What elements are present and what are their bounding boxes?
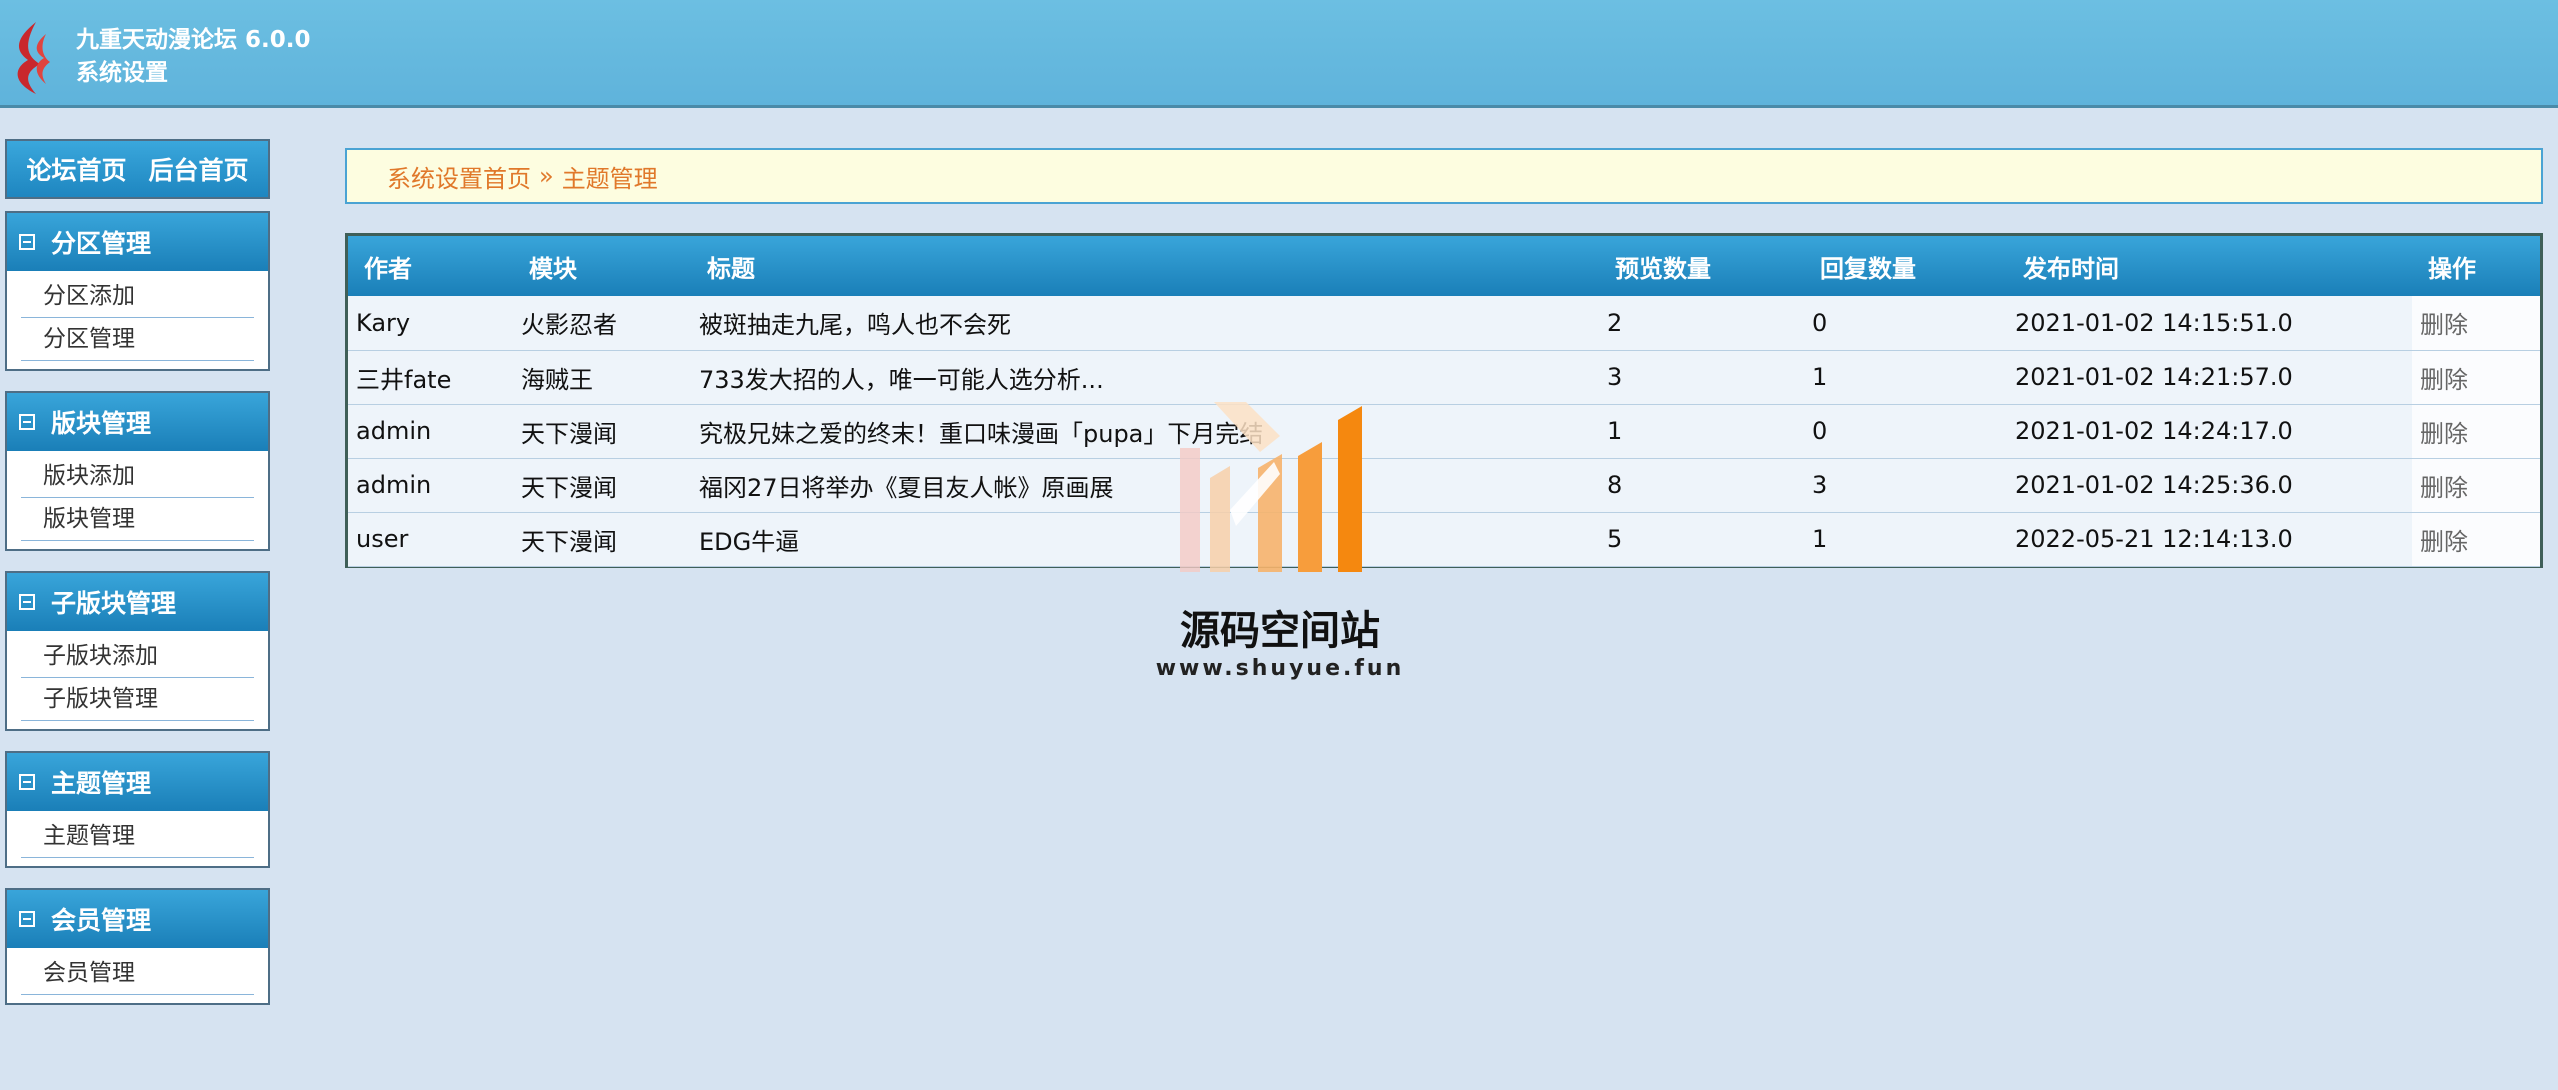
cell-views: 3	[1599, 350, 1804, 405]
cell-views: 1	[1599, 404, 1804, 459]
table-row: 三井fate 海贼王 733发大招的人，唯一可能人选分析... 3 1 2021…	[348, 350, 2540, 405]
page-subtitle: 系统设置	[76, 60, 168, 86]
table-row: admin 天下漫闻 福冈27日将举办《夏目友人帐》原画展 8 3 2021-0…	[348, 458, 2540, 513]
collapse-icon[interactable]	[19, 774, 35, 790]
column-header-replies: 回复数量	[1820, 254, 1916, 283]
panel-title: 主题管理	[51, 769, 152, 798]
delete-link[interactable]: 删除	[2420, 474, 2468, 502]
sidebar-item-subboard-add[interactable]: 子版块添加	[21, 635, 254, 678]
cell-action: 删除	[2412, 512, 2540, 567]
cell-module: 天下漫闻	[513, 458, 691, 513]
table-row: user 天下漫闻 EDG牛逼 5 1 2022-05-21 12:14:13.…	[348, 512, 2540, 567]
cell-module: 天下漫闻	[513, 404, 691, 459]
top-header: 九重天动漫论坛 6.0.0 系统设置	[0, 0, 2558, 108]
cell-published: 2021-01-02 14:21:57.0	[2007, 350, 2412, 405]
watermark-url: www.shuyue.fun	[1155, 656, 1405, 681]
column-header-author: 作者	[364, 254, 412, 283]
watermark-name: 源码空间站	[1180, 608, 1380, 654]
sidebar-panel-topic: 主题管理 主题管理	[5, 751, 270, 868]
panel-header-topic[interactable]: 主题管理	[7, 753, 268, 811]
cell-action: 删除	[2412, 458, 2540, 513]
cell-published: 2022-05-21 12:14:13.0	[2007, 512, 2412, 567]
delete-link[interactable]: 删除	[2420, 528, 2468, 556]
cell-published: 2021-01-02 14:24:17.0	[2007, 404, 2412, 459]
panel-title: 分区管理	[51, 229, 152, 258]
sidebar-item-subboard-manage[interactable]: 子版块管理	[21, 678, 254, 721]
cell-replies: 0	[1804, 296, 2007, 351]
watermark-logo-icon	[1180, 402, 1362, 572]
app-title: 九重天动漫论坛 6.0.0	[76, 27, 311, 53]
sidebar-panel-member: 会员管理 会员管理	[5, 888, 270, 1005]
panel-header-member[interactable]: 会员管理	[7, 890, 268, 948]
cell-title: EDG牛逼	[691, 512, 1599, 567]
cell-views: 5	[1599, 512, 1804, 567]
cell-views: 2	[1599, 296, 1804, 351]
cell-author: 三井fate	[348, 350, 513, 405]
cell-module: 海贼王	[513, 350, 691, 405]
sidebar-item-partition-add[interactable]: 分区添加	[21, 275, 254, 318]
column-header-title: 标题	[707, 254, 755, 283]
breadcrumb-separator: »	[539, 162, 554, 190]
collapse-icon[interactable]	[19, 234, 35, 250]
delete-link[interactable]: 删除	[2420, 366, 2468, 394]
panel-title: 版块管理	[51, 409, 152, 438]
cell-author: user	[348, 512, 513, 567]
flame-logo-icon	[17, 22, 50, 94]
cell-author: admin	[348, 404, 513, 459]
cell-title: 被斑抽走九尾，鸣人也不会死	[691, 296, 1599, 351]
collapse-icon[interactable]	[19, 414, 35, 430]
cell-author: admin	[348, 458, 513, 513]
cell-replies: 1	[1804, 512, 2007, 567]
sidebar-item-partition-manage[interactable]: 分区管理	[21, 318, 254, 361]
column-header-module: 模块	[529, 254, 577, 283]
cell-action: 删除	[2412, 296, 2540, 351]
cell-author: Kary	[348, 296, 513, 351]
sidebar-panel-board: 版块管理 版块添加 版块管理	[5, 391, 270, 551]
sidebar-top-links: 论坛首页 后台首页	[5, 139, 270, 199]
cell-replies: 0	[1804, 404, 2007, 459]
column-header-action: 操作	[2428, 254, 2476, 283]
topic-table: 作者 模块 标题 预览数量 回复数量 发布时间 操作 Kary 火影忍者 被斑抽…	[345, 233, 2543, 568]
table-header-row: 作者 模块 标题 预览数量 回复数量 发布时间 操作	[348, 236, 2540, 296]
delete-link[interactable]: 删除	[2420, 420, 2468, 448]
cell-title: 733发大招的人，唯一可能人选分析...	[691, 350, 1599, 405]
delete-link[interactable]: 删除	[2420, 311, 2468, 339]
panel-header-subboard[interactable]: 子版块管理	[7, 573, 268, 631]
cell-title: 究极兄妹之爱的终末！重口味漫画「pupa」下月完结	[691, 404, 1599, 459]
sidebar-panel-subboard: 子版块管理 子版块添加 子版块管理	[5, 571, 270, 731]
cell-title: 福冈27日将举办《夏目友人帐》原画展	[691, 458, 1599, 513]
cell-replies: 1	[1804, 350, 2007, 405]
forum-home-link[interactable]: 论坛首页	[26, 151, 126, 187]
collapse-icon[interactable]	[19, 911, 35, 927]
panel-header-board[interactable]: 版块管理	[7, 393, 268, 451]
cell-module: 火影忍者	[513, 296, 691, 351]
cell-module: 天下漫闻	[513, 512, 691, 567]
panel-header-partition[interactable]: 分区管理	[7, 213, 268, 271]
sidebar-panel-partition: 分区管理 分区添加 分区管理	[5, 211, 270, 371]
panel-title: 会员管理	[51, 906, 152, 935]
cell-replies: 3	[1804, 458, 2007, 513]
cell-action: 删除	[2412, 404, 2540, 459]
breadcrumb-home-link[interactable]: 系统设置首页	[387, 159, 531, 194]
sidebar-item-topic-manage[interactable]: 主题管理	[21, 815, 254, 858]
sidebar-item-board-add[interactable]: 版块添加	[21, 455, 254, 498]
breadcrumb: 系统设置首页 » 主题管理	[345, 148, 2543, 204]
cell-action: 删除	[2412, 350, 2540, 405]
column-header-views: 预览数量	[1615, 254, 1711, 283]
collapse-icon[interactable]	[19, 594, 35, 610]
cell-published: 2021-01-02 14:25:36.0	[2007, 458, 2412, 513]
table-row: admin 天下漫闻 究极兄妹之爱的终末！重口味漫画「pupa」下月完结 1 0…	[348, 404, 2540, 459]
column-header-published: 发布时间	[2023, 254, 2119, 283]
sidebar-item-member-manage[interactable]: 会员管理	[21, 952, 254, 995]
panel-title: 子版块管理	[51, 589, 177, 618]
cell-published: 2021-01-02 14:15:51.0	[2007, 296, 2412, 351]
sidebar-item-board-manage[interactable]: 版块管理	[21, 498, 254, 541]
table-row: Kary 火影忍者 被斑抽走九尾，鸣人也不会死 2 0 2021-01-02 1…	[348, 296, 2540, 351]
cell-views: 8	[1599, 458, 1804, 513]
admin-home-link[interactable]: 后台首页	[149, 151, 249, 187]
breadcrumb-current: 主题管理	[561, 164, 658, 193]
